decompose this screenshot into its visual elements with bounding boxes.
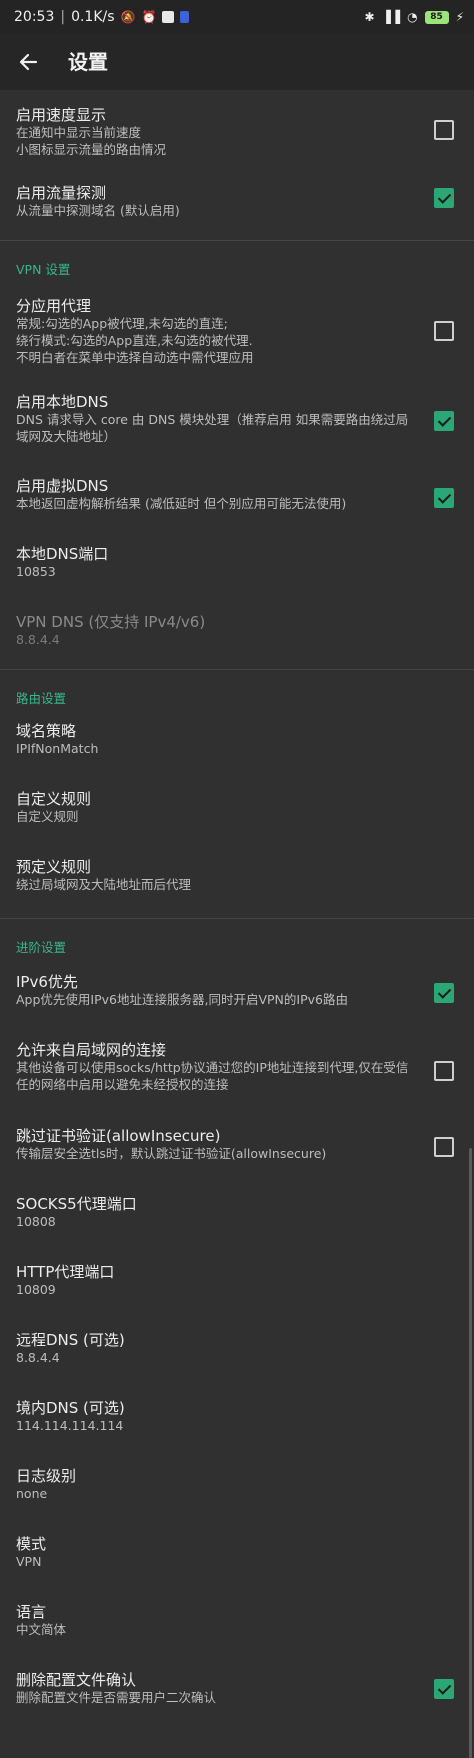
setting-per-app-proxy[interactable]: 分应用代理 常规:勾选的App被代理,未勾选的直连; 绕行模式:勾选的App直连… <box>0 291 474 387</box>
setting-custom-rules[interactable]: 自定义规则 自定义规则 <box>0 788 474 856</box>
setting-title: 本地DNS端口 <box>16 545 109 563</box>
checkbox[interactable] <box>434 188 454 208</box>
setting-summary: 10853 <box>16 564 56 579</box>
status-left: 20:53 | 0.1K/s 🔕 ⏰ <box>14 0 190 34</box>
setting-title: 分应用代理 <box>16 297 92 315</box>
app-icon-2 <box>180 11 190 23</box>
setting-speed-display[interactable]: 启用速度显示 在通知中显示当前速度 小图标显示流量的路由情况 <box>0 90 474 168</box>
setting-ipv6-preferred[interactable]: IPv6优先 App优先使用IPv6地址连接服务器,同时开启VPN的IPv6路由 <box>0 969 474 1039</box>
setting-summary: App优先使用IPv6地址连接服务器,同时开启VPN的IPv6路由 <box>16 992 348 1007</box>
category-vpn: VPN 设置 <box>0 241 474 291</box>
setting-log-level[interactable]: 日志级别 none <box>0 1465 474 1533</box>
category-header: 路由设置 <box>16 691 67 706</box>
setting-predefined-rules[interactable]: 预定义规则 绕过局域网及大陆地址而后代理 <box>0 856 474 918</box>
setting-title: 启用流量探测 <box>16 184 107 202</box>
setting-title: SOCKS5代理端口 <box>16 1195 137 1213</box>
setting-title: VPN DNS (仅支持 IPv4/v6) <box>16 613 206 631</box>
setting-summary: IPIfNonMatch <box>16 741 99 756</box>
setting-summary: 删除配置文件是否需要用户二次确认 <box>16 1690 217 1705</box>
setting-title: 启用虚拟DNS <box>16 477 109 495</box>
setting-delete-confirm[interactable]: 删除配置文件确认 删除配置文件是否需要用户二次确认 <box>0 1669 474 1729</box>
network-speed: 0.1K/s <box>71 9 115 25</box>
setting-title: 允许来自局域网的连接 <box>16 1041 167 1059</box>
setting-summary: VPN <box>16 1554 42 1569</box>
setting-socks5-port[interactable]: SOCKS5代理端口 10808 <box>0 1193 474 1261</box>
setting-title: 语言 <box>16 1603 47 1621</box>
setting-http-port[interactable]: HTTP代理端口 10809 <box>0 1261 474 1329</box>
setting-title: HTTP代理端口 <box>16 1263 115 1281</box>
setting-title: 域名策略 <box>16 722 77 740</box>
setting-summary: 在通知中显示当前速度 小图标显示流量的路由情况 <box>16 125 167 157</box>
setting-summary: 10809 <box>16 1282 56 1297</box>
wifi-icon: ◔ <box>407 10 418 24</box>
setting-fake-dns[interactable]: 启用虚拟DNS 本地返回虚构解析结果 (减低延时 但个别应用可能无法使用) <box>0 475 474 539</box>
status-bar: 20:53 | 0.1K/s 🔕 ⏰ ✱ ▐▐ ◔ 85 ⚡ <box>0 0 474 34</box>
alarm-icon: ⏰ <box>141 10 157 24</box>
setting-title: IPv6优先 <box>16 973 78 991</box>
clock: 20:53 <box>14 9 55 25</box>
page-title: 设置 <box>68 50 108 74</box>
setting-allow-lan[interactable]: 允许来自局域网的连接 其他设备可以使用socks/http协议通过您的IP地址连… <box>0 1039 474 1125</box>
setting-summary: 自定义规则 <box>16 809 79 824</box>
signal-icon: ▐▐ <box>381 10 401 24</box>
checkbox[interactable] <box>434 1137 454 1157</box>
category-header: VPN 设置 <box>16 262 71 277</box>
setting-summary: 其他设备可以使用socks/http协议通过您的IP地址连接到代理,仅在受信任的… <box>16 1060 409 1092</box>
setting-local-dns[interactable]: 启用本地DNS DNS 请求导入 core 由 DNS 模块处理（推荐启用 如果… <box>0 387 474 475</box>
setting-title: 境内DNS (可选) <box>16 1399 125 1417</box>
checkbox[interactable] <box>434 411 454 431</box>
checkbox[interactable] <box>434 1061 454 1081</box>
checkbox[interactable] <box>434 488 454 508</box>
setting-summary: 114.114.114.114 <box>16 1418 124 1433</box>
arrow-left-icon <box>19 53 38 71</box>
settings-list: 启用速度显示 在通知中显示当前速度 小图标显示流量的路由情况 启用流量探测 从流… <box>0 90 474 1729</box>
scrollbar[interactable] <box>469 1148 472 1758</box>
checkbox[interactable] <box>434 120 454 140</box>
setting-title: 远程DNS (可选) <box>16 1331 125 1349</box>
dnd-off-icon: 🔕 <box>120 10 136 24</box>
separator: | <box>60 9 66 25</box>
checkbox[interactable] <box>434 321 454 341</box>
category-header: 进阶设置 <box>16 940 67 955</box>
checkbox[interactable] <box>434 1679 454 1699</box>
setting-local-dns-port[interactable]: 本地DNS端口 10853 <box>0 539 474 607</box>
setting-title: 自定义规则 <box>16 790 92 808</box>
setting-summary: 中文简体 <box>16 1622 67 1637</box>
setting-language[interactable]: 语言 中文简体 <box>0 1601 474 1669</box>
setting-summary: 从流量中探测域名 (默认启用) <box>16 203 180 218</box>
setting-title: 模式 <box>16 1535 47 1553</box>
setting-summary: DNS 请求导入 core 由 DNS 模块处理（推荐启用 如果需要路由绕过局域… <box>16 412 409 444</box>
setting-title: 预定义规则 <box>16 858 92 876</box>
back-button[interactable] <box>14 48 42 76</box>
battery-icon: 85 <box>424 10 449 24</box>
setting-traffic-sniffing[interactable]: 启用流量探测 从流量中探测域名 (默认启用) <box>0 168 474 240</box>
checkbox[interactable] <box>434 983 454 1003</box>
setting-summary: 传输层安全选tls时，默认跳过证书验证(allowInsecure) <box>16 1146 327 1161</box>
app-icon <box>162 11 175 23</box>
setting-summary: 常规:勾选的App被代理,未勾选的直连; 绕行模式:勾选的App直连,未勾选的被… <box>16 316 254 365</box>
setting-summary: 10808 <box>16 1214 56 1229</box>
setting-title: 删除配置文件确认 <box>16 1671 137 1689</box>
app-bar: 设置 <box>0 34 474 90</box>
category-advanced: 进阶设置 <box>0 919 474 969</box>
status-right: ✱ ▐▐ ◔ 85 ⚡ <box>365 0 464 34</box>
setting-mode[interactable]: 模式 VPN <box>0 1533 474 1601</box>
setting-remote-dns[interactable]: 远程DNS (可选) 8.8.4.4 <box>0 1329 474 1397</box>
setting-summary: none <box>16 1486 48 1501</box>
setting-title: 日志级别 <box>16 1467 77 1485</box>
category-routing: 路由设置 <box>0 670 474 720</box>
setting-domain-strategy[interactable]: 域名策略 IPIfNonMatch <box>0 720 474 788</box>
bluetooth-icon: ✱ <box>364 10 375 24</box>
setting-summary: 8.8.4.4 <box>16 632 60 647</box>
setting-title: 启用本地DNS <box>16 393 109 411</box>
setting-summary: 8.8.4.4 <box>16 1350 60 1365</box>
setting-summary: 绕过局域网及大陆地址而后代理 <box>16 877 192 892</box>
charging-icon: ⚡ <box>455 10 464 24</box>
setting-title: 启用速度显示 <box>16 106 107 124</box>
setting-vpn-dns: VPN DNS (仅支持 IPv4/v6) 8.8.4.4 <box>0 607 474 669</box>
setting-summary: 本地返回虚构解析结果 (减低延时 但个别应用可能无法使用) <box>16 496 347 511</box>
setting-domestic-dns[interactable]: 境内DNS (可选) 114.114.114.114 <box>0 1397 474 1465</box>
setting-title: 跳过证书验证(allowInsecure) <box>16 1127 221 1145</box>
setting-allow-insecure[interactable]: 跳过证书验证(allowInsecure) 传输层安全选tls时，默认跳过证书验… <box>0 1125 474 1193</box>
